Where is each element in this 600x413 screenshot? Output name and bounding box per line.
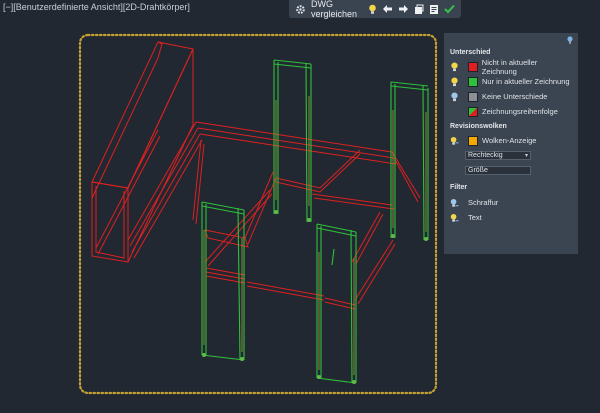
red-color-swatch[interactable] xyxy=(468,61,478,72)
size-field-row: Größe xyxy=(450,164,572,179)
legend-label: Nur in aktueller Zeichnung xyxy=(482,77,570,86)
filter-text-row: Text xyxy=(450,210,572,225)
red-geometry xyxy=(91,41,421,310)
section-difference-title: Unterschied xyxy=(450,49,491,56)
legend-label: Keine Unterschiede xyxy=(482,92,548,101)
pin-icon[interactable] xyxy=(566,36,574,44)
green-color-swatch[interactable] xyxy=(468,76,478,87)
shape-select-row: Rechteckig ▾ xyxy=(450,148,572,164)
legend-label: Zeichnungsreihenfolge xyxy=(482,107,558,116)
cloud-size-value: Größe xyxy=(468,167,488,174)
legend-item-no-differences: Keine Unterschiede xyxy=(450,89,572,104)
filter-hatch-label: Schraffur xyxy=(468,198,499,207)
bulb-icon[interactable] xyxy=(450,62,459,72)
cloud-color-swatch[interactable] xyxy=(468,135,478,146)
text-filter-icon[interactable] xyxy=(450,213,459,223)
draw-order-swatch[interactable] xyxy=(468,106,478,117)
bulb-icon[interactable] xyxy=(450,77,459,87)
section-revision-title: Revisionswolken xyxy=(450,123,507,130)
cloud-shape-value: Rechteckig xyxy=(468,152,503,159)
filter-text-label: Text xyxy=(468,213,482,222)
green-geometry xyxy=(201,59,429,384)
compare-settings-panel: Unterschied Nicht in aktueller Zeichnung… xyxy=(444,33,578,254)
filter-hatch-row: Schraffur xyxy=(450,195,572,210)
legend-item-only-in-current: Nur in aktueller Zeichnung xyxy=(450,74,572,89)
legend-label: Nicht in aktueller Zeichnung xyxy=(481,57,538,76)
section-filter-title: Filter xyxy=(450,184,468,191)
chevron-down-icon[interactable]: ▾ xyxy=(525,152,528,160)
bulb-icon[interactable] xyxy=(450,92,459,102)
cloud-bulb-icon[interactable] xyxy=(450,136,459,146)
cloud-shape-select[interactable]: Rechteckig ▾ xyxy=(465,151,531,160)
cloud-size-field[interactable]: Größe xyxy=(465,166,531,175)
hatch-filter-icon[interactable] xyxy=(450,198,459,208)
legend-item-not-in-current: Nicht in aktueller Zeichnung xyxy=(450,57,572,76)
cloud-display-label: Wolken-Anzeige xyxy=(482,136,537,145)
legend-item-draw-order: Zeichnungsreihenfolge xyxy=(450,104,572,119)
cloud-display-row: Wolken-Anzeige xyxy=(450,133,572,148)
gray-color-swatch[interactable] xyxy=(468,91,478,102)
